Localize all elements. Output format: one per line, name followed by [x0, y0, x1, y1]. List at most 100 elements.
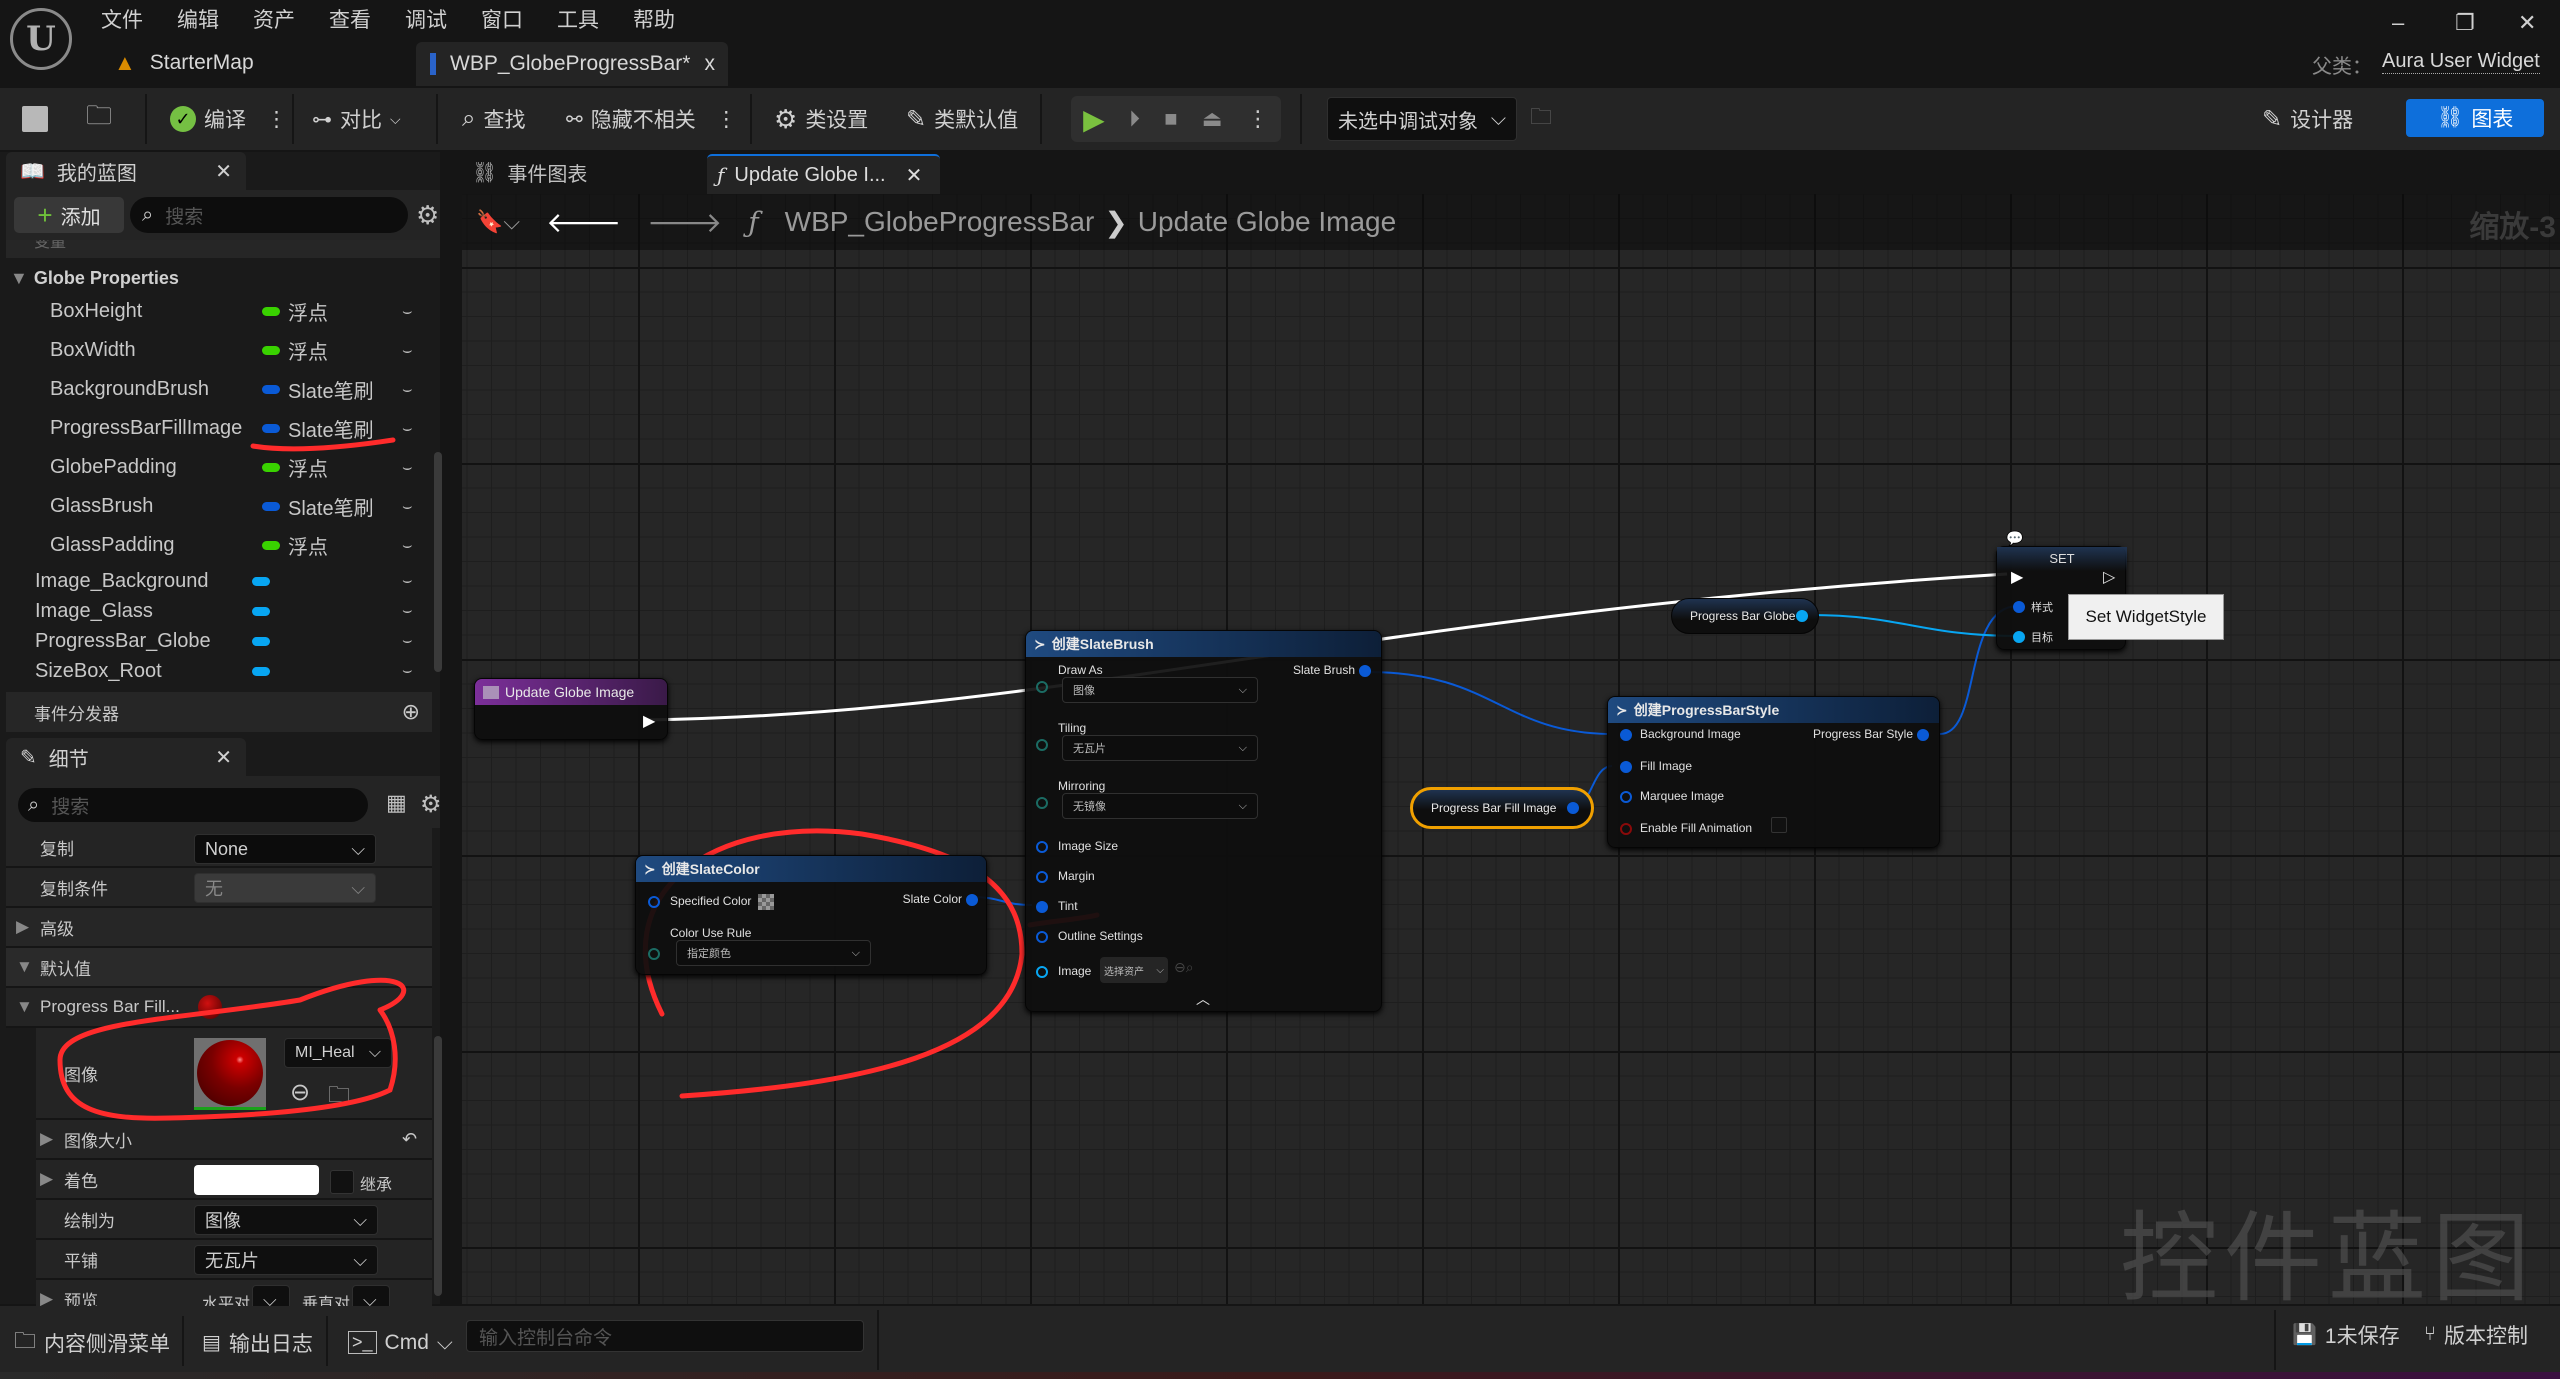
close-tab-icon[interactable]: x — [704, 52, 715, 76]
image-pin[interactable] — [1036, 966, 1048, 978]
slate-color-out-pin[interactable] — [966, 894, 978, 906]
eject-icon[interactable]: ⏏ — [1202, 106, 1223, 132]
exec-in-pin[interactable]: ▶ — [2011, 567, 2023, 587]
mirroring-pin[interactable] — [1036, 797, 1048, 809]
unsaved-button[interactable]: 💾 1未保存 — [2292, 1298, 2400, 1371]
play-options-icon[interactable]: ⋮ — [1247, 106, 1269, 132]
collapse-advanced-icon[interactable]: ︿ — [1196, 989, 1210, 1009]
details-search[interactable]: ⌕ 搜索 — [18, 788, 368, 822]
image-thumbnail[interactable] — [194, 1038, 266, 1110]
play-icon[interactable]: ▶ — [1083, 103, 1105, 136]
tint-color-swatch[interactable] — [194, 1165, 319, 1195]
tiling-dropdown[interactable]: 无瓦片 ⌵ — [1062, 735, 1258, 761]
class-defaults-button[interactable]: ✎ 类默认值 — [906, 88, 1018, 150]
image-size-pin[interactable] — [1036, 841, 1048, 853]
reset-icon[interactable]: ↶ — [402, 1129, 417, 1150]
tiling-dropdown[interactable]: 无瓦片 ⌵ — [194, 1245, 378, 1275]
exec-out-pin[interactable]: ▶ — [643, 711, 655, 731]
tint-pin[interactable] — [1036, 901, 1048, 913]
menu-asset[interactable]: 资产 — [253, 4, 295, 34]
variables-section-header[interactable]: 变量 — [6, 240, 440, 258]
details-scrollbar[interactable] — [434, 1036, 442, 1296]
enable-fill-animation-pin[interactable] — [1620, 823, 1632, 835]
enable-fill-animation-checkbox[interactable] — [1771, 817, 1787, 833]
class-settings-button[interactable]: ⚙ 类设置 — [774, 88, 868, 150]
hide-unrelated-button[interactable]: ⚯ 隐藏不相关 ⋮ — [566, 88, 737, 150]
inherit-checkbox[interactable] — [330, 1170, 354, 1194]
progress-bar-style-out-pin[interactable] — [1917, 729, 1929, 741]
section-advanced[interactable]: ▶ 高级 — [6, 908, 432, 948]
variable-item[interactable]: GlassBrush Slate笔刷 ⌣ — [0, 487, 420, 526]
my-blueprint-scrollbar[interactable] — [434, 452, 442, 672]
visibility-eye-icon[interactable]: ⌣ — [402, 459, 413, 477]
node-make-progress-bar-style[interactable]: ≻ 创建ProgressBarStyle Background Image Fil… — [1607, 696, 1940, 848]
color-swatch[interactable] — [758, 894, 774, 910]
add-circle-icon[interactable]: ⊕ — [402, 699, 420, 725]
close-panel-icon[interactable]: ✕ — [215, 745, 232, 770]
visibility-eye-icon[interactable]: ⌣ — [402, 342, 413, 360]
specified-color-pin[interactable] — [648, 896, 660, 908]
node-make-slate-color[interactable]: ≻ 创建SlateColor Specified Color Color Use … — [635, 855, 987, 975]
diff-button[interactable]: ⊶ 对比 ⌵ — [312, 88, 401, 150]
exec-out-pin[interactable]: ▷ — [2103, 567, 2115, 587]
variable-item[interactable]: GlassPadding 浮点 ⌣ — [0, 526, 420, 565]
variable-item[interactable]: ProgressBarFillImage Slate笔刷 ⌣ — [0, 409, 420, 448]
use-selected-icon[interactable]: ⊖ — [290, 1078, 310, 1107]
visibility-eye-icon[interactable]: ⌣ — [402, 662, 413, 680]
visibility-eye-icon[interactable]: ⌣ — [402, 572, 413, 590]
visibility-eye-icon[interactable]: ⌣ — [402, 303, 413, 321]
visibility-eye-icon[interactable]: ⌣ — [402, 537, 413, 555]
output-log-button[interactable]: ▤ 输出日志 — [202, 1306, 313, 1379]
row-progress-bar-fill[interactable]: ▼ Progress Bar Fill... — [6, 988, 432, 1028]
console-command-input[interactable]: 输入控制台命令 — [466, 1320, 864, 1352]
draw-as-dropdown[interactable]: 图像 ⌵ — [194, 1205, 378, 1235]
menu-edit[interactable]: 编辑 — [177, 4, 219, 34]
visibility-eye-icon[interactable]: ⌣ — [402, 420, 413, 438]
close-panel-icon[interactable]: ✕ — [215, 159, 232, 184]
my-blueprint-tab[interactable]: 📖 我的蓝图 ✕ — [6, 152, 246, 190]
image-asset-picker[interactable]: 选择资产 ⌵ — [1100, 957, 1168, 983]
menu-help[interactable]: 帮助 — [633, 4, 675, 34]
comment-bubble-icon[interactable]: 💬 — [2006, 530, 2023, 547]
restore-button[interactable]: ❐ — [2455, 10, 2475, 36]
draw-as-pin[interactable] — [1036, 681, 1048, 693]
marquee-image-pin[interactable] — [1620, 791, 1632, 803]
menu-tools[interactable]: 工具 — [557, 4, 599, 34]
globe-out-pin[interactable] — [1796, 610, 1808, 622]
save-button[interactable] — [22, 88, 48, 150]
menu-view[interactable]: 查看 — [329, 4, 371, 34]
use-selected-icon[interactable]: ⊖⌕ — [1174, 959, 1194, 976]
replication-dropdown[interactable]: None ⌵ — [194, 834, 376, 864]
content-drawer-button[interactable]: 🗀 内容侧滑菜单 — [14, 1306, 170, 1379]
draw-as-dropdown[interactable]: 图像 ⌵ — [1062, 677, 1258, 703]
tab-wbp-globe-progress-bar[interactable]: WBP_GlobeProgressBar* x — [416, 42, 728, 86]
tab-update-globe-image[interactable]: ƒ Update Globe I... ✕ — [707, 154, 940, 194]
browse-debug-button[interactable]: 🗀 — [1530, 88, 1552, 150]
category-globe-properties[interactable]: ▼ Globe Properties — [10, 268, 179, 289]
browse-asset-icon[interactable]: 🗀 — [328, 1078, 350, 1116]
variable-item[interactable]: BoxWidth 浮点 ⌣ — [0, 331, 420, 370]
color-use-rule-dropdown[interactable]: 指定颜色 ⌵ — [676, 940, 871, 966]
node-update-globe-image[interactable]: Update Globe Image ▶ — [474, 678, 668, 740]
menu-debug[interactable]: 调试 — [405, 4, 447, 34]
close-tab-icon[interactable]: ✕ — [906, 163, 923, 188]
tab-starter-map[interactable]: ▲ StarterMap — [100, 44, 268, 82]
parent-class-link[interactable]: Aura User Widget — [2382, 50, 2540, 74]
my-blueprint-search[interactable]: ⌕ 搜索 — [130, 197, 408, 233]
close-window-button[interactable]: ✕ — [2518, 10, 2536, 36]
node-make-slate-brush[interactable]: ≻ 创建SlateBrush Draw As 图像 ⌵ Tiling 无瓦片 ⌵ Mi… — [1025, 630, 1382, 1012]
fill-image-pin[interactable] — [1620, 761, 1632, 773]
graph-mode-button[interactable]: ⛓ 图表 — [2406, 99, 2544, 137]
visibility-eye-icon[interactable]: ⌣ — [402, 602, 413, 620]
fill-image-out-pin[interactable] — [1567, 802, 1579, 814]
step-icon[interactable]: ⏵ — [1129, 106, 1140, 132]
row-image-size[interactable]: ▶ 图像大小 ↶ — [36, 1120, 432, 1160]
cmd-dropdown[interactable]: >_ Cmd ⌵ — [348, 1306, 453, 1379]
widget-variable-item[interactable]: SizeBox_Root ⌣ — [0, 656, 420, 686]
designer-button[interactable]: ✎ 设计器 — [2262, 88, 2353, 150]
visibility-eye-icon[interactable]: ⌣ — [402, 381, 413, 399]
debug-target-dropdown[interactable]: 未选中调试对象 ⌵ — [1327, 97, 1517, 141]
unreal-logo-icon[interactable]: U — [10, 8, 72, 70]
variable-item[interactable]: BackgroundBrush Slate笔刷 ⌣ — [0, 370, 420, 409]
minimize-button[interactable]: – — [2392, 10, 2404, 36]
